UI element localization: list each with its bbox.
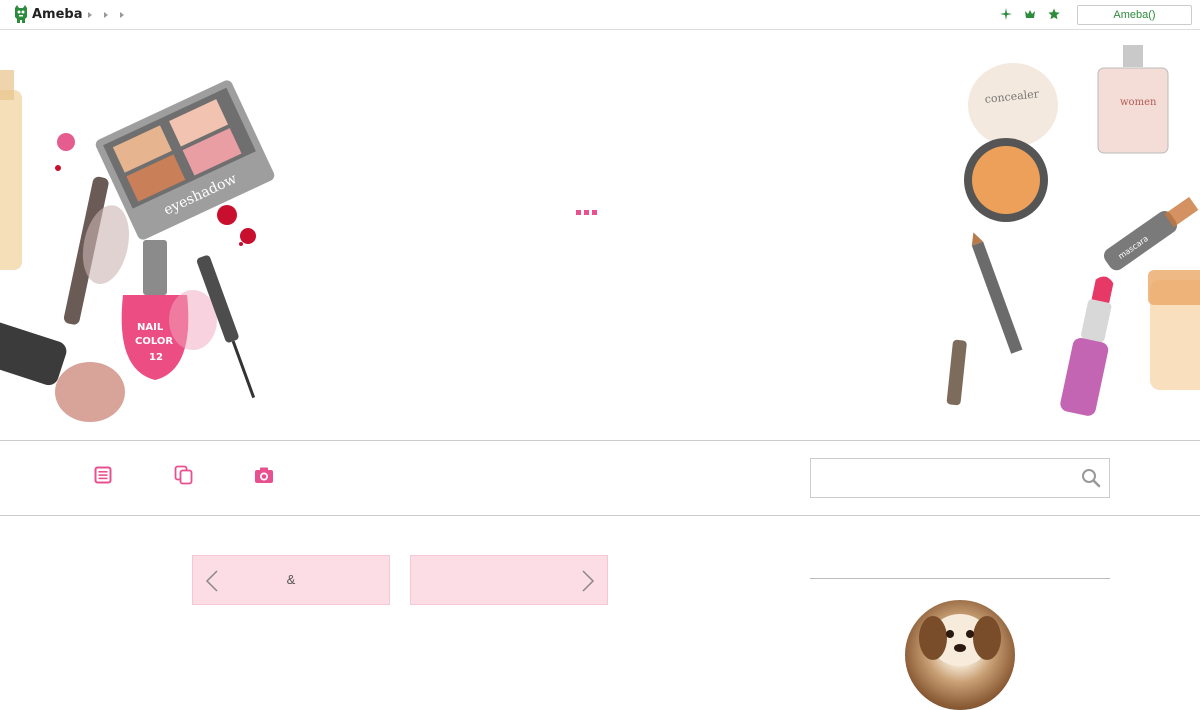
next-entry-button[interactable] <box>410 555 608 605</box>
profile-avatar[interactable] <box>905 600 1015 710</box>
makeup-illustration-left: eyeshadow NAIL COLOR 12 <box>0 70 275 422</box>
top-icons <box>1000 8 1060 20</box>
ameba-logo[interactable]: Ameba <box>13 5 83 23</box>
breadcrumb-arrow-icon[interactable] <box>120 12 124 18</box>
previous-entry-label: & <box>286 572 296 587</box>
star-icon[interactable] <box>1048 8 1060 20</box>
breadcrumb-arrow-icon[interactable] <box>104 12 108 18</box>
svg-text:COLOR: COLOR <box>135 336 173 347</box>
blog-search-box <box>810 458 1110 498</box>
previous-entry-button[interactable]: & <box>192 555 390 605</box>
search-input[interactable] <box>811 459 1081 495</box>
top-bar: Ameba Ameba() <box>0 0 1200 30</box>
breadcrumb <box>88 9 124 18</box>
svg-text:women: women <box>1120 97 1157 108</box>
blog-entries-icon[interactable] <box>93 465 113 485</box>
sparkle-icon[interactable] <box>1000 8 1012 20</box>
blog-header-image: eyeshadow NAIL COLOR 12 concealer women … <box>0 30 1200 440</box>
loading-dot <box>576 210 581 215</box>
camera-icon[interactable] <box>254 465 274 485</box>
ameba-mascot-icon <box>15 5 27 23</box>
blog-nav-bar <box>0 440 1200 516</box>
loading-indicator <box>576 210 597 215</box>
svg-text:NAIL: NAIL <box>137 322 164 333</box>
avatar-dog-image <box>919 614 1001 666</box>
loading-dot <box>584 210 589 215</box>
search-icon[interactable] <box>1081 468 1101 488</box>
logo-text: Ameba <box>32 6 83 22</box>
makeup-illustration-right: concealer women mascara <box>946 45 1200 416</box>
crown-icon[interactable] <box>1024 8 1036 20</box>
breadcrumb-arrow-icon[interactable] <box>88 12 92 18</box>
chevron-right-icon <box>582 570 595 592</box>
copy-icon[interactable] <box>174 465 194 485</box>
ameba-account-button[interactable]: Ameba() <box>1077 5 1192 25</box>
loading-dot <box>592 210 597 215</box>
sidebar-divider <box>810 578 1110 579</box>
svg-text:12: 12 <box>149 352 163 363</box>
